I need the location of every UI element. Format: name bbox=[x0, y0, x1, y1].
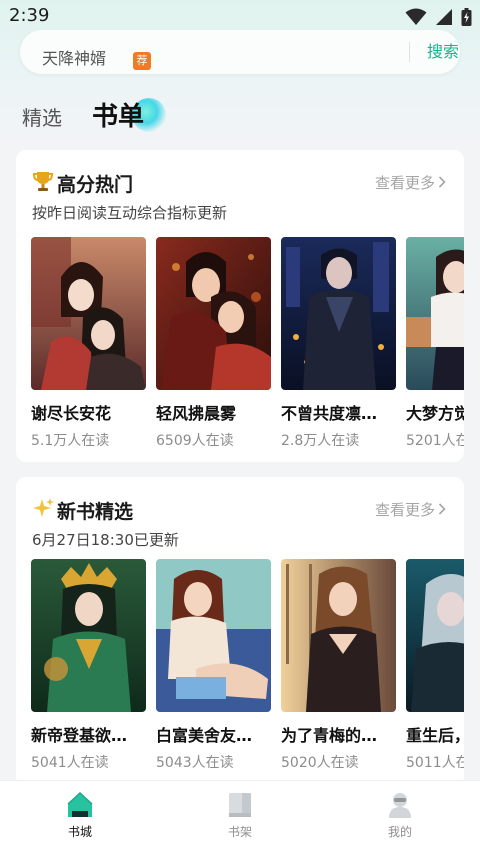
book-cover[interactable] bbox=[406, 559, 464, 712]
book-readers: 5020人在读 bbox=[281, 755, 359, 771]
search-bar: 荐 搜索 bbox=[20, 30, 460, 74]
book-title: 重生后， bbox=[406, 726, 464, 745]
home-icon bbox=[66, 791, 94, 819]
status-bar: 2:39 bbox=[0, 0, 480, 32]
sparkles-icon bbox=[32, 497, 54, 523]
view-more-label: 查看更多 bbox=[374, 174, 435, 192]
tab-featured[interactable]: 精选 bbox=[22, 102, 62, 131]
wifi-icon bbox=[405, 8, 427, 30]
profile-icon bbox=[386, 791, 414, 819]
section-subtitle: 6月27日18:30已更新 bbox=[32, 531, 179, 549]
book-cover[interactable] bbox=[31, 237, 146, 390]
bookshelf-icon bbox=[226, 791, 254, 819]
book-readers: 5011人在读 bbox=[406, 755, 464, 771]
section-header: 高分热门 bbox=[32, 168, 133, 198]
book-readers: 5041人在读 bbox=[31, 755, 109, 771]
book-cover[interactable] bbox=[156, 237, 271, 390]
book-readers: 5.1万人在读 bbox=[31, 433, 110, 449]
section-card-hot: 高分热门 查看更多 按昨日阅读互动综合指标更新 谢尽长安花 5.1万人在读 轻风… bbox=[16, 150, 464, 462]
book-item[interactable]: 为了青梅的… 5020人在读 bbox=[281, 559, 397, 772]
book-cover[interactable] bbox=[281, 237, 396, 390]
book-title: 白富美舍友… bbox=[156, 726, 253, 745]
book-cover[interactable] bbox=[156, 559, 271, 712]
nav-profile[interactable]: 我的 bbox=[360, 791, 440, 840]
section-header: 新书精选 bbox=[32, 495, 133, 525]
view-more-label: 查看更多 bbox=[374, 501, 435, 519]
tab-booklist[interactable]: 书单 bbox=[92, 96, 144, 133]
book-title: 不曾共度凛… bbox=[281, 404, 378, 423]
search-divider bbox=[409, 42, 410, 62]
section-title: 新书精选 bbox=[57, 500, 134, 523]
book-title: 大梦方觉 bbox=[406, 404, 464, 423]
section-subtitle: 按昨日阅读互动综合指标更新 bbox=[32, 204, 228, 222]
book-title: 谢尽长安花 bbox=[31, 404, 112, 423]
nav-label: 书架 bbox=[227, 825, 252, 839]
nav-bookstore[interactable]: 书城 bbox=[40, 791, 120, 840]
book-readers: 5201人在读 bbox=[406, 433, 464, 449]
nav-label: 我的 bbox=[387, 825, 412, 839]
book-item[interactable]: 新帝登基欲… 5041人在读 bbox=[31, 559, 147, 772]
book-item[interactable]: 轻风拂晨雾 6509人在读 bbox=[156, 237, 272, 450]
book-item[interactable]: 白富美舍友… 5043人在读 bbox=[156, 559, 272, 772]
book-cover[interactable] bbox=[406, 237, 464, 390]
recommend-badge: 荐 bbox=[133, 52, 151, 70]
book-list: 谢尽长安花 5.1万人在读 轻风拂晨雾 6509人在读 不曾共度凛… 2.8万人… bbox=[31, 237, 464, 452]
chevron-right-icon bbox=[438, 501, 446, 519]
chevron-right-icon bbox=[438, 174, 446, 192]
status-time: 2:39 bbox=[9, 5, 50, 26]
search-input[interactable] bbox=[42, 30, 382, 74]
book-title: 轻风拂晨雾 bbox=[156, 404, 237, 423]
nav-label: 书城 bbox=[67, 825, 92, 839]
book-list: 新帝登基欲… 5041人在读 白富美舍友… 5043人在读 为了青梅的… 502… bbox=[31, 559, 464, 774]
book-cover[interactable] bbox=[281, 559, 396, 712]
bottom-nav: 书城 书架 我的 bbox=[0, 780, 480, 855]
book-title: 新帝登基欲… bbox=[31, 726, 128, 745]
book-item[interactable]: 大梦方觉 5201人在读 bbox=[406, 237, 464, 450]
status-icons bbox=[405, 8, 472, 30]
book-readers: 6509人在读 bbox=[156, 433, 234, 449]
search-button[interactable]: 搜索 bbox=[418, 30, 468, 74]
book-item[interactable]: 不曾共度凛… 2.8万人在读 bbox=[281, 237, 397, 450]
signal-icon bbox=[435, 8, 453, 30]
view-more-link[interactable]: 查看更多 bbox=[375, 499, 446, 520]
trophy-icon bbox=[32, 170, 54, 196]
nav-bookshelf[interactable]: 书架 bbox=[200, 791, 280, 840]
book-title: 为了青梅的… bbox=[281, 726, 378, 745]
book-cover[interactable] bbox=[31, 559, 146, 712]
book-readers: 2.8万人在读 bbox=[281, 433, 360, 449]
book-readers: 5043人在读 bbox=[156, 755, 234, 771]
section-title: 高分热门 bbox=[57, 173, 134, 196]
book-item[interactable]: 重生后， 5011人在读 bbox=[406, 559, 464, 772]
section-card-new: 新书精选 查看更多 6月27日18:30已更新 新帝登基欲… 5041人在读 白… bbox=[16, 477, 464, 787]
book-item[interactable]: 谢尽长安花 5.1万人在读 bbox=[31, 237, 147, 450]
battery-icon bbox=[461, 8, 472, 30]
view-more-link[interactable]: 查看更多 bbox=[375, 172, 446, 193]
